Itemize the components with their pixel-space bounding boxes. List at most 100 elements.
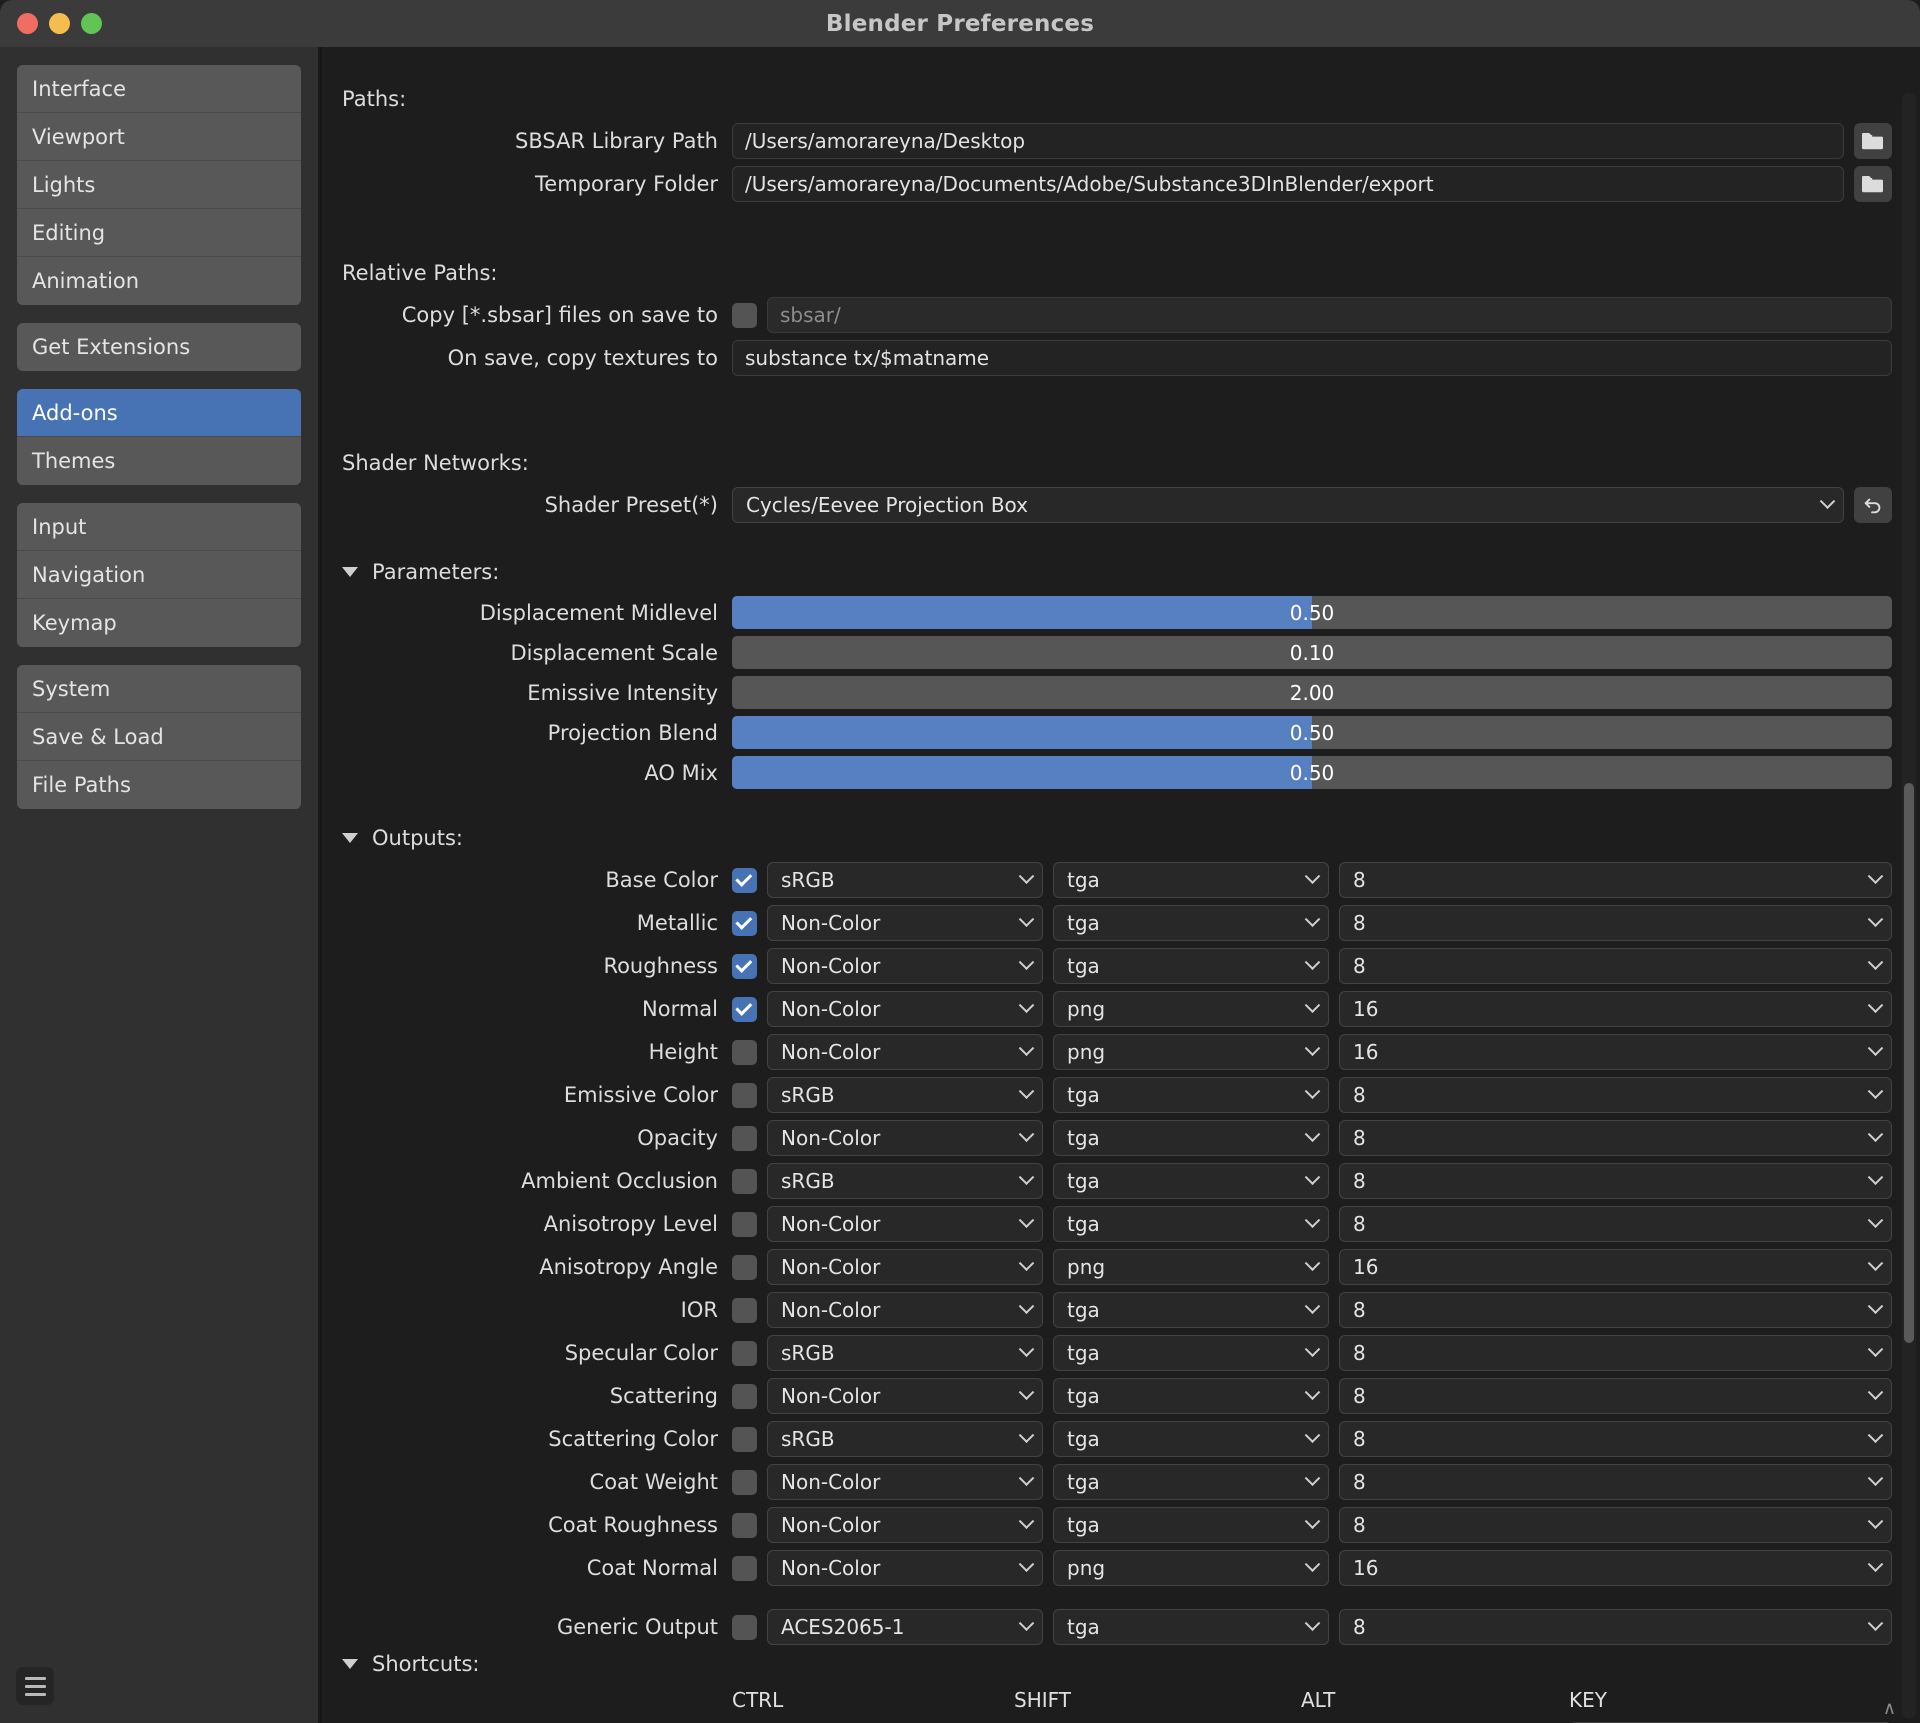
output-bitdepth-select-2[interactable]: 8 <box>1339 948 1892 984</box>
parameter-slider-0[interactable]: 0.50 <box>732 596 1892 629</box>
output-colorspace-select-12[interactable]: Non-Color <box>767 1378 1043 1414</box>
main-scrollbar-track[interactable] <box>1902 93 1916 1719</box>
output-enable-checkbox-1[interactable] <box>732 910 757 936</box>
output-bitdepth-select-14[interactable]: 8 <box>1339 1464 1892 1500</box>
output-colorspace-select-10[interactable]: Non-Color <box>767 1292 1043 1328</box>
output-enable-checkbox-2[interactable] <box>732 953 757 979</box>
output-colorspace-select-8[interactable]: Non-Color <box>767 1206 1043 1242</box>
sidebar-item-get-extensions[interactable]: Get Extensions <box>17 323 301 371</box>
sidebar-item-navigation[interactable]: Navigation <box>17 551 301 599</box>
generic-output-checkbox[interactable] <box>732 1614 757 1640</box>
output-bitdepth-select-8[interactable]: 8 <box>1339 1206 1892 1242</box>
sidebar-item-editing[interactable]: Editing <box>17 209 301 257</box>
output-bitdepth-select-11[interactable]: 8 <box>1339 1335 1892 1371</box>
sidebar-item-lights[interactable]: Lights <box>17 161 301 209</box>
output-format-select-10[interactable]: tga <box>1053 1292 1329 1328</box>
folder-icon[interactable] <box>1854 123 1892 159</box>
output-enable-checkbox-6[interactable] <box>732 1125 757 1151</box>
output-bitdepth-select-12[interactable]: 8 <box>1339 1378 1892 1414</box>
output-colorspace-select-2[interactable]: Non-Color <box>767 948 1043 984</box>
output-bitdepth-select-7[interactable]: 8 <box>1339 1163 1892 1199</box>
output-bitdepth-select-3[interactable]: 16 <box>1339 991 1892 1027</box>
output-colorspace-select-0[interactable]: sRGB <box>767 862 1043 898</box>
shortcuts-heading[interactable]: Shortcuts: <box>332 1652 1892 1676</box>
output-colorspace-select-16[interactable]: Non-Color <box>767 1550 1043 1586</box>
output-bitdepth-select-4[interactable]: 16 <box>1339 1034 1892 1070</box>
sidebar-item-file-paths[interactable]: File Paths <box>17 761 301 809</box>
output-colorspace-select-14[interactable]: Non-Color <box>767 1464 1043 1500</box>
output-format-select-8[interactable]: tga <box>1053 1206 1329 1242</box>
path-input-0[interactable]: /Users/amorareyna/Desktop <box>732 123 1844 159</box>
output-format-select-2[interactable]: tga <box>1053 948 1329 984</box>
shader-preset-select[interactable]: Cycles/Eevee Projection Box <box>732 487 1844 523</box>
output-format-select-16[interactable]: png <box>1053 1550 1329 1586</box>
generic-output-bitdepth-select[interactable]: 8 <box>1339 1609 1892 1645</box>
parameter-slider-1[interactable]: 0.10 <box>732 636 1892 669</box>
output-colorspace-select-3[interactable]: Non-Color <box>767 991 1043 1027</box>
output-colorspace-select-1[interactable]: Non-Color <box>767 905 1043 941</box>
sidebar-item-save-load[interactable]: Save & Load <box>17 713 301 761</box>
output-format-select-5[interactable]: tga <box>1053 1077 1329 1113</box>
menu-icon[interactable] <box>16 1667 54 1705</box>
output-format-select-0[interactable]: tga <box>1053 862 1329 898</box>
parameter-slider-2[interactable]: 2.00 <box>732 676 1892 709</box>
output-colorspace-select-11[interactable]: sRGB <box>767 1335 1043 1371</box>
copy-textures-input[interactable]: substance tx/$matname <box>732 340 1892 376</box>
output-bitdepth-select-15[interactable]: 8 <box>1339 1507 1892 1543</box>
output-format-select-6[interactable]: tga <box>1053 1120 1329 1156</box>
sidebar-item-system[interactable]: System <box>17 665 301 713</box>
output-enable-checkbox-0[interactable] <box>732 867 757 893</box>
output-colorspace-select-13[interactable]: sRGB <box>767 1421 1043 1457</box>
output-colorspace-select-4[interactable]: Non-Color <box>767 1034 1043 1070</box>
output-enable-checkbox-5[interactable] <box>732 1082 757 1108</box>
output-bitdepth-select-0[interactable]: 8 <box>1339 862 1892 898</box>
sidebar-item-animation[interactable]: Animation <box>17 257 301 305</box>
output-format-select-12[interactable]: tga <box>1053 1378 1329 1414</box>
output-format-select-4[interactable]: png <box>1053 1034 1329 1070</box>
sidebar-item-add-ons[interactable]: Add-ons <box>17 389 301 437</box>
output-format-select-15[interactable]: tga <box>1053 1507 1329 1543</box>
sidebar-item-themes[interactable]: Themes <box>17 437 301 485</box>
output-bitdepth-select-10[interactable]: 8 <box>1339 1292 1892 1328</box>
parameter-slider-4[interactable]: 0.50 <box>732 756 1892 789</box>
output-colorspace-select-5[interactable]: sRGB <box>767 1077 1043 1113</box>
folder-icon[interactable] <box>1854 166 1892 202</box>
sidebar-item-input[interactable]: Input <box>17 503 301 551</box>
output-bitdepth-select-5[interactable]: 8 <box>1339 1077 1892 1113</box>
output-colorspace-select-15[interactable]: Non-Color <box>767 1507 1043 1543</box>
parameter-slider-3[interactable]: 0.50 <box>732 716 1892 749</box>
output-colorspace-select-9[interactable]: Non-Color <box>767 1249 1043 1285</box>
output-format-select-14[interactable]: tga <box>1053 1464 1329 1500</box>
output-enable-checkbox-9[interactable] <box>732 1254 757 1280</box>
output-format-select-3[interactable]: png <box>1053 991 1329 1027</box>
output-enable-checkbox-16[interactable] <box>732 1555 757 1581</box>
output-enable-checkbox-14[interactable] <box>732 1469 757 1495</box>
main-scrollbar-thumb[interactable] <box>1904 783 1914 1343</box>
resize-corner-icon[interactable]: ∧ <box>1883 1698 1896 1719</box>
output-enable-checkbox-7[interactable] <box>732 1168 757 1194</box>
output-enable-checkbox-10[interactable] <box>732 1297 757 1323</box>
output-bitdepth-select-13[interactable]: 8 <box>1339 1421 1892 1457</box>
path-input-1[interactable]: /Users/amorareyna/Documents/Adobe/Substa… <box>732 166 1844 202</box>
output-enable-checkbox-15[interactable] <box>732 1512 757 1538</box>
sidebar-item-viewport[interactable]: Viewport <box>17 113 301 161</box>
output-format-select-7[interactable]: tga <box>1053 1163 1329 1199</box>
output-colorspace-select-7[interactable]: sRGB <box>767 1163 1043 1199</box>
generic-output-format-select[interactable]: tga <box>1053 1609 1329 1645</box>
output-bitdepth-select-9[interactable]: 16 <box>1339 1249 1892 1285</box>
output-enable-checkbox-4[interactable] <box>732 1039 757 1065</box>
undo-arrow-icon[interactable] <box>1854 487 1892 523</box>
output-format-select-11[interactable]: tga <box>1053 1335 1329 1371</box>
output-format-select-1[interactable]: tga <box>1053 905 1329 941</box>
copy-sbsar-checkbox[interactable] <box>732 302 757 328</box>
output-colorspace-select-6[interactable]: Non-Color <box>767 1120 1043 1156</box>
sidebar-item-interface[interactable]: Interface <box>17 65 301 113</box>
output-format-select-9[interactable]: png <box>1053 1249 1329 1285</box>
output-bitdepth-select-16[interactable]: 16 <box>1339 1550 1892 1586</box>
outputs-heading[interactable]: Outputs: <box>332 826 1892 850</box>
output-enable-checkbox-11[interactable] <box>732 1340 757 1366</box>
output-enable-checkbox-8[interactable] <box>732 1211 757 1237</box>
parameters-heading[interactable]: Parameters: <box>332 560 1892 584</box>
output-enable-checkbox-12[interactable] <box>732 1383 757 1409</box>
sidebar-item-keymap[interactable]: Keymap <box>17 599 301 647</box>
